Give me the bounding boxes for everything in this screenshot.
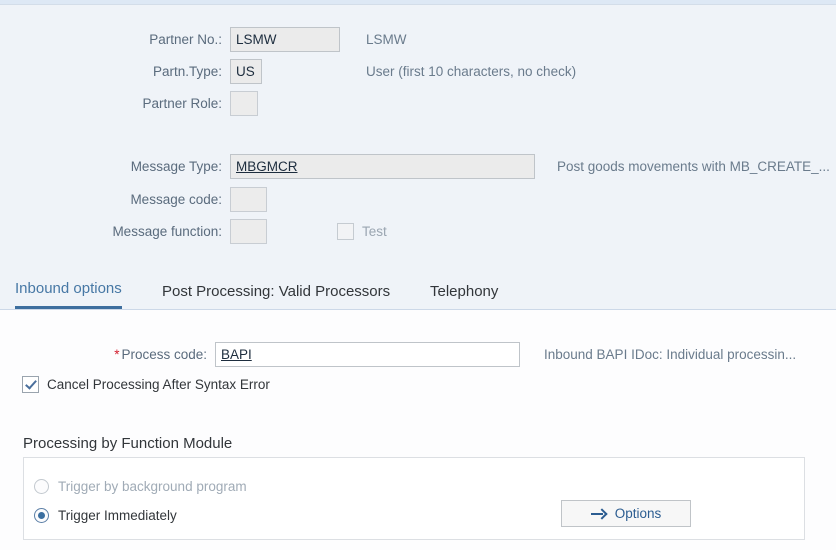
radio-label-trigger-immediately: Trigger Immediately	[58, 507, 177, 523]
form-row-partner-type: Partn.Type: User (first 10 characters, n…	[0, 58, 836, 84]
message-type-input[interactable]	[230, 153, 535, 179]
form-row-message-type: Message Type: Post goods movements with …	[0, 153, 836, 179]
process-code-label: Process code:	[121, 346, 207, 362]
cancel-processing-checkbox[interactable]	[22, 376, 39, 393]
tab-bar: Inbound options Post Processing: Valid P…	[0, 263, 836, 310]
partner-no-input[interactable]	[230, 26, 340, 52]
partner-role-input[interactable]	[230, 90, 258, 116]
message-function-label: Message function:	[112, 223, 222, 239]
partner-role-label: Partner Role:	[142, 95, 222, 111]
message-code-input[interactable]	[230, 186, 267, 212]
radio-trigger-immediately[interactable]	[34, 507, 49, 523]
tab-post-processing-valid-processors[interactable]: Post Processing: Valid Processors	[162, 283, 390, 309]
test-checkbox-label: Test	[362, 223, 387, 239]
process-code-input[interactable]	[215, 341, 520, 367]
test-checkbox-row[interactable]: Test	[337, 222, 387, 240]
message-type-label: Message Type:	[130, 158, 222, 174]
partner-type-description: User (first 10 characters, no check)	[366, 63, 577, 79]
form-row-partner-no: Partner No.: LSMW	[0, 26, 836, 52]
cancel-processing-label: Cancel Processing After Syntax Error	[47, 377, 270, 392]
cancel-processing-row[interactable]: Cancel Processing After Syntax Error	[22, 376, 270, 393]
processing-group-title: Processing by Function Module	[23, 435, 233, 452]
processing-group-box: Trigger by background program Trigger Im…	[23, 457, 805, 540]
radio-row-background-program[interactable]: Trigger by background program	[34, 475, 247, 497]
message-type-description: Post goods movements with MB_CREATE_...	[557, 158, 830, 174]
test-checkbox[interactable]	[337, 222, 354, 240]
form-row-message-code: Message code:	[0, 186, 836, 212]
process-code-description: Inbound BAPI IDoc: Individual processin.…	[544, 346, 797, 362]
radio-trigger-by-background-program[interactable]	[34, 478, 49, 494]
message-code-label: Message code:	[130, 191, 222, 207]
partner-type-input[interactable]	[230, 58, 262, 84]
tab-telephony[interactable]: Telephony	[430, 283, 498, 309]
arrow-right-icon	[590, 509, 607, 519]
message-function-input[interactable]	[230, 218, 267, 244]
partner-no-label: Partner No.:	[149, 31, 222, 47]
inbound-options-panel: *Process code: Inbound BAPI IDoc: Indivi…	[0, 310, 836, 550]
options-button[interactable]: Options	[561, 500, 691, 527]
form-row-partner-role: Partner Role:	[0, 90, 836, 116]
form-row-process-code: *Process code: Inbound BAPI IDoc: Indivi…	[0, 341, 836, 367]
options-button-label: Options	[614, 506, 662, 521]
partner-type-label: Partn.Type:	[152, 63, 222, 79]
radio-row-trigger-immediately[interactable]: Trigger Immediately	[34, 504, 177, 526]
radio-label-background-program: Trigger by background program	[58, 478, 247, 494]
process-code-label-wrap: * Process code:	[0, 347, 207, 362]
partner-no-description: LSMW	[366, 31, 407, 47]
message-type-label-wrap: Message Type:	[0, 159, 222, 174]
required-indicator: *	[114, 346, 120, 362]
form-row-message-function: Message function: Test	[0, 218, 836, 244]
tab-inbound-options[interactable]: Inbound options	[15, 280, 122, 309]
partner-header-panel: Partner No.: LSMW Partn.Type: User (firs…	[0, 5, 836, 263]
